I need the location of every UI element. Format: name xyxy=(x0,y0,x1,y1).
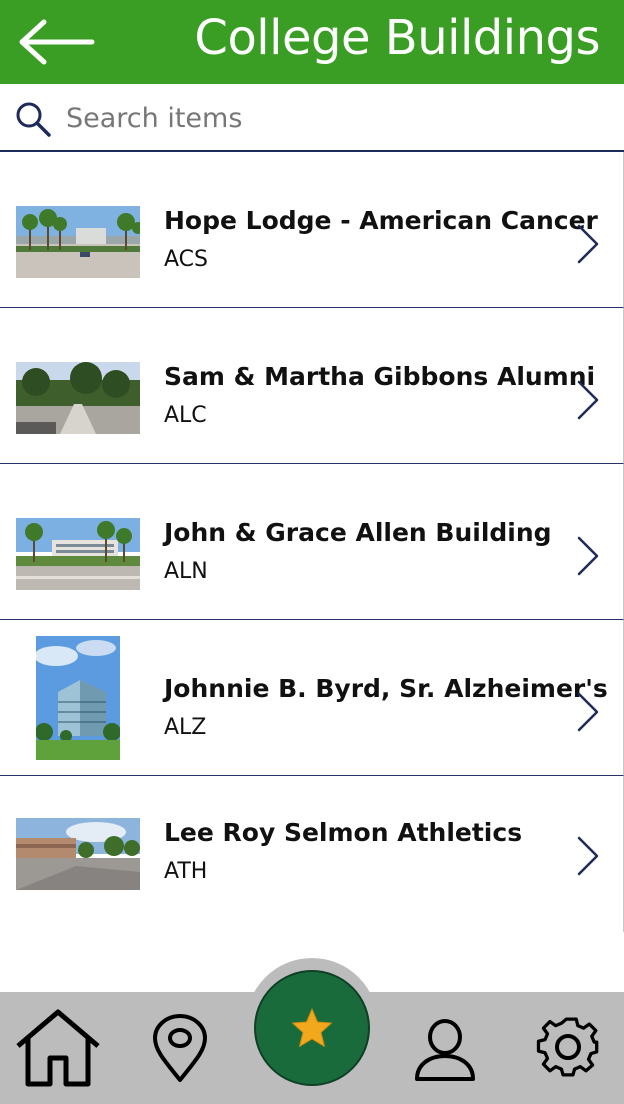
building-code: ALN xyxy=(164,559,208,584)
chevron-right-icon xyxy=(577,692,599,732)
building-list: Hope Lodge - American Cancer ACS Sam & M… xyxy=(0,152,624,932)
building-photo xyxy=(16,518,140,590)
building-photo xyxy=(36,636,120,760)
building-code: ACS xyxy=(164,247,208,272)
building-name: Sam & Martha Gibbons Alumni xyxy=(164,362,596,391)
star-icon xyxy=(292,1008,332,1047)
building-name: Lee Roy Selmon Athletics xyxy=(164,818,523,847)
building-photo xyxy=(16,818,140,890)
gear-icon[interactable] xyxy=(534,1012,602,1082)
building-photo xyxy=(16,206,140,278)
building-photo xyxy=(16,362,140,434)
building-name: Johnnie B. Byrd, Sr. Alzheimer's xyxy=(164,674,608,703)
chevron-right-icon xyxy=(577,224,599,264)
user-icon[interactable] xyxy=(412,1018,478,1082)
building-name: John & Grace Allen Building xyxy=(164,518,552,547)
back-button[interactable] xyxy=(14,12,98,72)
chevron-right-icon xyxy=(577,536,599,576)
home-icon[interactable] xyxy=(14,1008,102,1088)
list-item[interactable]: Sam & Martha Gibbons Alumni ALC xyxy=(0,308,624,464)
list-item[interactable]: Lee Roy Selmon Athletics ATH xyxy=(0,776,624,932)
search-input[interactable] xyxy=(66,96,606,140)
building-code: ALC xyxy=(164,403,207,428)
page-title: College Buildings xyxy=(194,10,600,66)
list-item[interactable]: Johnnie B. Byrd, Sr. Alzheimer's ALZ xyxy=(0,620,624,776)
search-icon xyxy=(16,102,51,137)
chevron-right-icon xyxy=(577,836,599,876)
building-code: ATH xyxy=(164,859,208,884)
favorites-button[interactable] xyxy=(254,970,370,1086)
app-header: College Buildings xyxy=(0,0,624,84)
search-bar xyxy=(0,84,624,152)
building-name: Hope Lodge - American Cancer xyxy=(164,206,598,235)
building-code: ALZ xyxy=(164,715,207,740)
list-item[interactable]: John & Grace Allen Building ALN xyxy=(0,464,624,620)
location-pin-icon[interactable] xyxy=(150,1014,210,1084)
chevron-right-icon xyxy=(577,380,599,420)
list-item[interactable]: Hope Lodge - American Cancer ACS xyxy=(0,152,624,308)
arrow-left-icon xyxy=(19,19,95,65)
